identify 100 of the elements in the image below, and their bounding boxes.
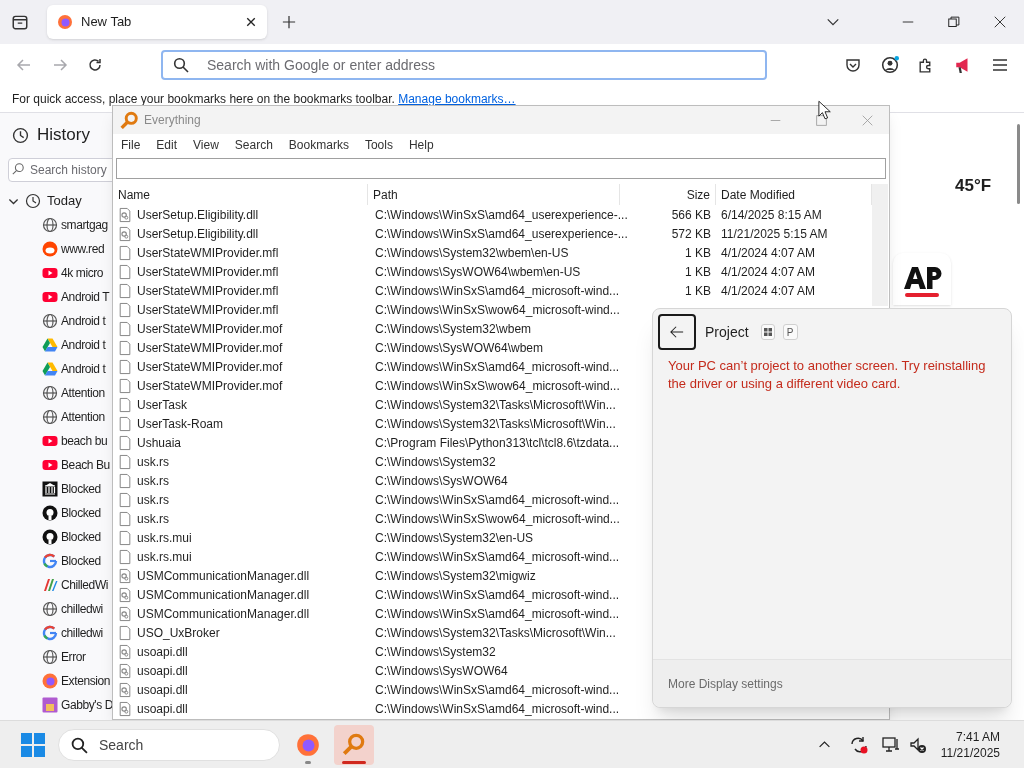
clock-time[interactable]: 7:41 AM xyxy=(955,728,1000,745)
file-icon xyxy=(118,415,132,432)
file-path: C:\Windows\WinSxS\amd64_microsoft-wind... xyxy=(375,492,620,507)
file-size: 572 KB xyxy=(671,226,711,241)
menu-item[interactable]: Edit xyxy=(154,136,180,154)
file-name: usk.rs xyxy=(137,510,169,528)
file-name: usoapi.dll xyxy=(137,700,188,718)
menu-icon[interactable] xyxy=(992,57,1008,73)
history-item[interactable]: Beach Bu xyxy=(0,453,114,477)
history-item[interactable]: Attention xyxy=(0,381,114,405)
file-icon xyxy=(118,434,132,451)
display-settings-link[interactable]: More Display settings xyxy=(668,674,783,693)
history-item[interactable]: Android t xyxy=(0,357,114,381)
history-item[interactable]: Attention xyxy=(0,405,114,429)
restore-icon[interactable] xyxy=(948,16,960,28)
history-item[interactable]: Android t xyxy=(0,333,114,357)
menu-item[interactable]: Help xyxy=(406,136,436,154)
date-modified: 4/1/2024 4:07 AM xyxy=(721,283,816,298)
file-size: 1 KB xyxy=(685,264,711,279)
history-item[interactable]: Extension xyxy=(0,669,114,693)
sidebar-title[interactable]: History xyxy=(37,122,90,148)
file-name: usoapi.dll xyxy=(137,662,188,680)
browser-tab[interactable]: New Tab xyxy=(47,5,267,39)
speaker-muted-icon[interactable] xyxy=(908,735,927,754)
plus-icon[interactable] xyxy=(282,15,296,29)
temperature-text: 45°F xyxy=(955,175,992,197)
account-icon[interactable] xyxy=(881,56,899,74)
history-item[interactable]: chilledwi xyxy=(0,621,114,645)
history-item[interactable]: Blocked xyxy=(0,549,114,573)
file-name: usk.rs.mui xyxy=(137,529,192,547)
network-icon[interactable] xyxy=(880,734,901,755)
gear-file-icon xyxy=(118,586,132,603)
history-item[interactable]: chilledwi xyxy=(0,597,114,621)
windows-logo-icon[interactable] xyxy=(21,732,45,757)
history-item[interactable]: Android T xyxy=(0,285,114,309)
taskbar-search-field[interactable]: Search xyxy=(58,728,280,761)
history-item[interactable]: smartgag xyxy=(0,213,114,237)
file-path: C:\Windows\WinSxS\amd64_microsoft-wind... xyxy=(375,606,620,621)
file-path: C:\Windows\System32\Tasks\Microsoft\Win... xyxy=(375,397,616,412)
file-name: UserSetup.Eligibility.dll xyxy=(137,225,259,243)
close-icon[interactable] xyxy=(994,16,1006,28)
column-header[interactable]: Name xyxy=(113,184,368,205)
menu-item[interactable]: Search xyxy=(232,136,275,154)
back-button[interactable] xyxy=(658,314,696,350)
date-modified: 4/1/2024 4:07 AM xyxy=(721,264,816,279)
file-name: usk.rs.mui xyxy=(137,548,192,566)
file-path: C:\Windows\WinSxS\wow64_microsoft-wind... xyxy=(375,511,620,526)
file-icon xyxy=(118,339,132,356)
manage-bookmarks-link[interactable]: Manage bookmarks… xyxy=(398,92,516,106)
maximize-icon[interactable] xyxy=(816,114,827,126)
history-item[interactable]: Error xyxy=(0,645,114,669)
file-path: C:\Windows\WinSxS\amd64_microsoft-wind... xyxy=(375,359,620,374)
reload-icon[interactable] xyxy=(87,57,103,73)
menu-item[interactable]: File xyxy=(119,136,143,154)
history-item[interactable]: www.red xyxy=(0,237,114,261)
search-field[interactable] xyxy=(116,158,886,179)
taskbar-app[interactable] xyxy=(334,724,374,765)
history-item[interactable]: 4k micro xyxy=(0,261,114,285)
play-icon xyxy=(42,265,58,281)
menu-item[interactable]: View xyxy=(191,136,221,154)
gear-file-icon xyxy=(118,662,132,679)
globe-icon xyxy=(42,409,58,425)
file-icon xyxy=(118,491,132,508)
scrollbar[interactable] xyxy=(872,184,888,306)
history-item[interactable]: Blocked xyxy=(0,477,114,501)
pocket-icon[interactable] xyxy=(845,57,861,73)
history-item[interactable]: Blocked xyxy=(0,501,114,525)
file-name: usk.rs xyxy=(137,453,169,471)
tab-list-icon[interactable] xyxy=(11,13,29,31)
file-name: usoapi.dll xyxy=(137,681,188,699)
history-group[interactable]: Today xyxy=(0,189,114,213)
bookmarks-toolbar-message: For quick access, place your bookmarks here on the bookmarks toolbar. Manage bookmarks… xyxy=(12,91,516,108)
globe-icon xyxy=(42,313,58,329)
clock-icon xyxy=(25,193,41,209)
close-icon[interactable] xyxy=(245,16,257,28)
file-size: 1 KB xyxy=(685,283,711,298)
clock-date[interactable]: 11/21/2025 xyxy=(940,744,1000,761)
search-icon xyxy=(71,736,88,754)
file-size: 566 KB xyxy=(671,207,711,222)
file-icon xyxy=(118,320,132,337)
menu-item[interactable]: Tools xyxy=(362,136,395,154)
history-item[interactable]: Blocked xyxy=(0,525,114,549)
file-path: C:\Windows\System32\en-US xyxy=(375,530,534,545)
file-icon xyxy=(118,377,132,394)
column-header[interactable]: Size xyxy=(620,184,716,205)
history-item[interactable]: ChilledWi xyxy=(0,573,114,597)
file-name: USMCommunicationManager.dll xyxy=(137,586,310,604)
menu-item[interactable]: Bookmarks xyxy=(286,136,351,154)
globe-icon xyxy=(42,601,58,617)
column-header[interactable]: Path xyxy=(368,184,620,205)
g-icon xyxy=(42,553,58,569)
search-history-field[interactable]: Search history xyxy=(8,158,114,182)
sync-icon[interactable] xyxy=(848,734,869,755)
address-field[interactable]: Search with Google or enter address xyxy=(161,50,767,80)
gear-file-icon xyxy=(118,206,132,223)
history-item[interactable]: Android t xyxy=(0,309,114,333)
gear-file-icon xyxy=(118,700,132,717)
file-name: usk.rs xyxy=(137,491,169,509)
history-item[interactable]: beach bu xyxy=(0,429,114,453)
file-icon xyxy=(118,263,132,280)
